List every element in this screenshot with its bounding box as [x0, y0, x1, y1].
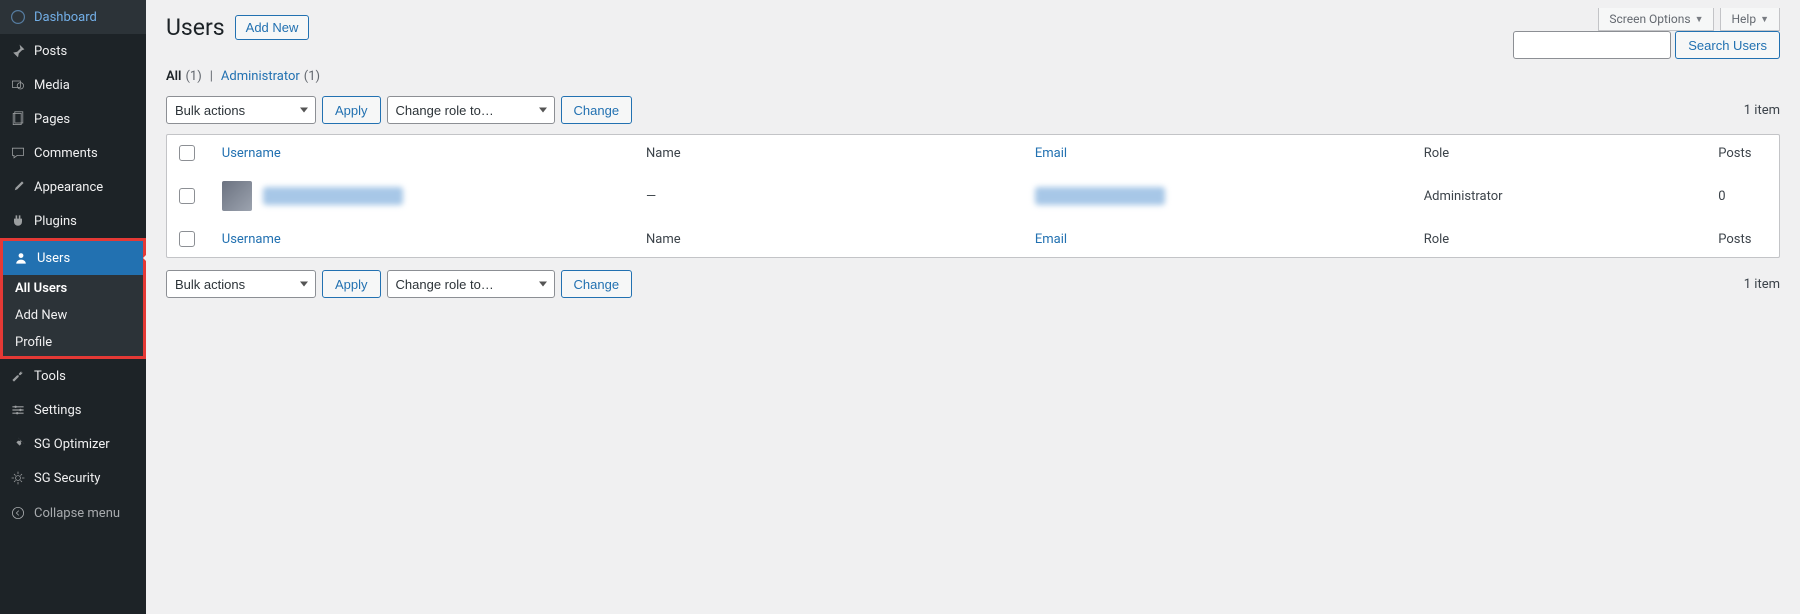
user-role-cell: Administrator — [1414, 171, 1709, 221]
apply-button-bottom[interactable]: Apply — [322, 270, 381, 298]
sidebar-users-highlight: Users — [0, 238, 146, 275]
sidebar-item-appearance[interactable]: Appearance — [0, 170, 146, 204]
search-users-button[interactable]: Search Users — [1675, 31, 1780, 59]
collapse-icon — [8, 503, 28, 523]
col-name: Name — [636, 135, 1025, 171]
user-name-cell: — — [636, 171, 1025, 221]
sidebar-label: Tools — [34, 369, 66, 384]
screen-options-label: Screen Options — [1609, 12, 1690, 26]
sidebar-label: Posts — [34, 44, 67, 59]
sidebar-item-comments[interactable]: Comments — [0, 136, 146, 170]
collapse-menu-button[interactable]: Collapse menu — [0, 495, 146, 531]
select-all-checkbox[interactable] — [179, 145, 195, 161]
sidebar-label: SG Optimizer — [34, 437, 110, 452]
item-count: 1 item — [1744, 103, 1780, 118]
sidebar-submenu-users: All Users Add New Profile — [0, 275, 146, 359]
change-button[interactable]: Change — [561, 96, 633, 124]
sidebar-item-posts[interactable]: Posts — [0, 34, 146, 68]
sidebar-label: Appearance — [34, 180, 103, 195]
sidebar-label: Plugins — [34, 214, 77, 229]
change-button-bottom[interactable]: Change — [561, 270, 633, 298]
sidebar-item-dashboard[interactable]: Dashboard — [0, 0, 146, 34]
col-role-footer: Role — [1414, 221, 1709, 257]
col-username[interactable]: Username — [212, 135, 636, 171]
filter-all[interactable]: All — [166, 69, 181, 84]
sidebar-item-users[interactable]: Users — [3, 241, 143, 275]
avatar — [222, 181, 252, 211]
bulk-actions-select-bottom[interactable]: Bulk actions — [166, 270, 316, 298]
table-row: — Administrator 0 — [167, 171, 1779, 221]
col-posts-footer: Posts — [1708, 221, 1779, 257]
change-role-select-bottom[interactable]: Change role to… — [387, 270, 555, 298]
search-users-input[interactable] — [1513, 31, 1671, 59]
col-email-footer[interactable]: Email — [1025, 221, 1414, 257]
select-all-checkbox-footer[interactable] — [179, 231, 195, 247]
dashboard-icon — [8, 7, 28, 27]
user-posts-cell: 0 — [1708, 171, 1779, 221]
filter-links: All (1) | Administrator (1) — [166, 69, 1780, 84]
collapse-label: Collapse menu — [34, 506, 120, 521]
sidebar-item-pages[interactable]: Pages — [0, 102, 146, 136]
submenu-profile[interactable]: Profile — [3, 329, 143, 356]
sidebar-item-sg-optimizer[interactable]: SG Optimizer — [0, 427, 146, 461]
sidebar-item-settings[interactable]: Settings — [0, 393, 146, 427]
admin-sidebar: Dashboard Posts Media Pages Comments App… — [0, 0, 146, 614]
col-email[interactable]: Email — [1025, 135, 1414, 171]
submenu-add-new[interactable]: Add New — [3, 302, 143, 329]
gear-icon — [8, 468, 28, 488]
col-role: Role — [1414, 135, 1709, 171]
sidebar-label: Settings — [34, 403, 81, 418]
col-name-footer: Name — [636, 221, 1025, 257]
comment-icon — [8, 143, 28, 163]
filter-separator: | — [206, 69, 217, 84]
plug-icon — [8, 211, 28, 231]
sidebar-item-plugins[interactable]: Plugins — [0, 204, 146, 238]
media-icon — [8, 75, 28, 95]
row-checkbox[interactable] — [179, 188, 195, 204]
filter-administrator[interactable]: Administrator — [221, 69, 300, 84]
filter-admin-count: (1) — [304, 69, 320, 84]
sidebar-label: Media — [34, 78, 70, 93]
pin-icon — [8, 41, 28, 61]
brush-icon — [8, 177, 28, 197]
help-label: Help — [1731, 12, 1756, 26]
item-count-bottom: 1 item — [1744, 277, 1780, 292]
help-button[interactable]: Help ▼ — [1720, 8, 1780, 31]
sliders-icon — [8, 400, 28, 420]
rocket-icon — [8, 434, 28, 454]
page-title: Users — [166, 14, 225, 41]
email-redacted[interactable] — [1035, 187, 1165, 205]
sidebar-label: Users — [37, 251, 70, 266]
sidebar-item-media[interactable]: Media — [0, 68, 146, 102]
username-redacted[interactable] — [263, 187, 403, 205]
page-icon — [8, 109, 28, 129]
user-icon — [11, 248, 31, 268]
filter-all-count: (1) — [185, 69, 201, 84]
wrench-icon — [8, 366, 28, 386]
chevron-down-icon: ▼ — [1760, 14, 1769, 25]
change-role-select[interactable]: Change role to… — [387, 96, 555, 124]
screen-options-button[interactable]: Screen Options ▼ — [1598, 8, 1714, 31]
col-username-footer[interactable]: Username — [212, 221, 636, 257]
sidebar-item-sg-security[interactable]: SG Security — [0, 461, 146, 495]
sidebar-item-tools[interactable]: Tools — [0, 359, 146, 393]
apply-button[interactable]: Apply — [322, 96, 381, 124]
col-posts: Posts — [1708, 135, 1779, 171]
submenu-all-users[interactable]: All Users — [3, 275, 143, 302]
main-content: Screen Options ▼ Help ▼ Users Add New Se… — [146, 0, 1800, 614]
sidebar-label: SG Security — [34, 471, 100, 486]
sidebar-label: Pages — [34, 112, 70, 127]
bulk-actions-select[interactable]: Bulk actions — [166, 96, 316, 124]
chevron-down-icon: ▼ — [1695, 14, 1704, 25]
users-table: Username Name Email Role Posts — Admin — [166, 134, 1780, 258]
sidebar-label: Dashboard — [34, 10, 97, 25]
sidebar-label: Comments — [34, 146, 98, 161]
add-new-button[interactable]: Add New — [235, 15, 310, 40]
